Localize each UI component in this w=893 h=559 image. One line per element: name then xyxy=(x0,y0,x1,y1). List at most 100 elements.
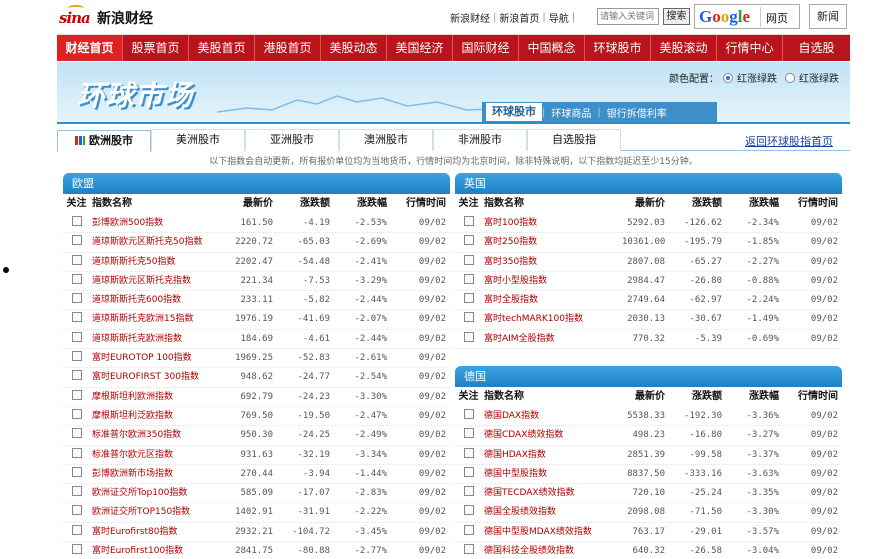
index-name-link[interactable]: 标准普尔欧洲350指数 xyxy=(90,426,230,444)
index-name-link[interactable]: 道琼斯斯托克600指数 xyxy=(90,291,230,309)
color-radio-2[interactable] xyxy=(785,72,795,83)
follow-checkbox[interactable] xyxy=(463,486,474,497)
index-name-link[interactable]: 德国中型股MDAX绩效指数 xyxy=(482,523,622,541)
tab-global-stocks[interactable]: 环球股市 xyxy=(486,103,542,121)
search-input[interactable] xyxy=(597,8,659,25)
follow-checkbox[interactable] xyxy=(463,524,474,535)
index-name-link[interactable]: 富时小型股指数 xyxy=(482,272,622,290)
follow-checkbox[interactable] xyxy=(463,505,474,516)
follow-checkbox[interactable] xyxy=(463,428,474,439)
follow-checkbox[interactable] xyxy=(463,273,474,284)
follow-checkbox[interactable] xyxy=(71,447,82,458)
nav-hk-stocks[interactable]: 港股首页 xyxy=(255,35,321,61)
tab-africa[interactable]: 非洲股市 xyxy=(433,129,527,151)
follow-checkbox[interactable] xyxy=(463,254,474,265)
index-name-link[interactable]: 富时Eurofirst80指数 xyxy=(90,523,230,541)
follow-checkbox[interactable] xyxy=(71,486,82,497)
follow-checkbox[interactable] xyxy=(71,216,82,226)
follow-checkbox[interactable] xyxy=(71,312,82,323)
color-radio-1[interactable] xyxy=(723,72,733,83)
tab-oceania[interactable]: 澳洲股市 xyxy=(339,129,433,151)
follow-checkbox[interactable] xyxy=(463,409,474,419)
sina-logo[interactable]: sina xyxy=(59,5,91,27)
index-name-link[interactable]: 富时EUROFIRST 300指数 xyxy=(90,368,230,386)
table-row: 富时全股指数 2749.64 -62.97 -2.24% 09/02 xyxy=(455,291,842,311)
nav-stocks[interactable]: 股票首页 xyxy=(123,35,189,61)
nav-us-stocks[interactable]: 美股首页 xyxy=(189,35,255,61)
follow-checkbox[interactable] xyxy=(71,370,82,381)
follow-checkbox[interactable] xyxy=(463,447,474,458)
follow-checkbox[interactable] xyxy=(463,293,474,304)
follow-checkbox[interactable] xyxy=(71,331,82,342)
nav-quotes[interactable]: 行情中心 xyxy=(717,35,783,61)
nav-us-economy[interactable]: 美国经济 xyxy=(387,35,453,61)
index-name-link[interactable]: 德国CDAX绩效指数 xyxy=(482,426,622,444)
link-sina-home[interactable]: 新浪首页 xyxy=(496,10,542,25)
nav-finance-home[interactable]: 财经首页 xyxy=(57,35,123,61)
nav-intl-finance[interactable]: 国际财经 xyxy=(453,35,519,61)
follow-checkbox[interactable] xyxy=(71,293,82,304)
follow-checkbox[interactable] xyxy=(71,351,82,362)
index-name-link[interactable]: 富时100指数 xyxy=(482,214,622,232)
index-name-link[interactable]: 道琼斯斯托克欧洲指数 xyxy=(90,330,230,348)
follow-checkbox[interactable] xyxy=(71,273,82,284)
index-name-link[interactable]: 欧洲证交所TOP150指数 xyxy=(90,503,230,521)
nav-china-concept[interactable]: 中国概念 xyxy=(519,35,585,61)
index-name-link[interactable]: 摩根斯坦利泛欧指数 xyxy=(90,407,230,425)
index-name-link[interactable]: 德国TECDAX绩效指数 xyxy=(482,484,622,502)
index-name-link[interactable]: 标准普尔欧元区指数 xyxy=(90,446,230,464)
follow-checkbox[interactable] xyxy=(463,544,474,555)
news-button[interactable]: 新闻 xyxy=(809,4,847,29)
index-name-link[interactable]: 富时250指数 xyxy=(482,233,622,251)
index-name-link[interactable]: 富时AIM全股指数 xyxy=(482,330,622,348)
follow-checkbox[interactable] xyxy=(463,331,474,342)
tab-global-commodities[interactable]: 环球商品 xyxy=(545,105,597,120)
follow-checkbox[interactable] xyxy=(71,254,82,265)
index-name-link[interactable]: 德国科技全股绩效指数 xyxy=(482,542,622,559)
index-name-link[interactable]: 德国中型股指数 xyxy=(482,465,622,483)
google-search-box[interactable]: Google 网页 xyxy=(694,4,800,29)
index-name-link[interactable]: 欧洲证交所Top100指数 xyxy=(90,484,230,502)
search-button[interactable]: 搜索 xyxy=(663,8,690,25)
index-name-link[interactable]: 彭博欧洲500指数 xyxy=(90,214,230,232)
follow-checkbox[interactable] xyxy=(463,466,474,477)
follow-checkbox[interactable] xyxy=(71,235,82,246)
index-name-link[interactable]: 富时techMARK100指数 xyxy=(482,310,622,328)
tab-europe[interactable]: 欧洲股市 xyxy=(57,130,151,152)
nav-global-markets[interactable]: 环球股市 xyxy=(585,35,651,61)
follow-checkbox[interactable] xyxy=(463,312,474,323)
index-name-link[interactable]: 道琼斯欧元区斯托克指数 xyxy=(90,272,230,290)
tab-americas[interactable]: 美洲股市 xyxy=(151,129,245,151)
follow-checkbox[interactable] xyxy=(71,505,82,516)
follow-checkbox[interactable] xyxy=(463,216,474,226)
link-sina-finance[interactable]: 新浪财经 xyxy=(447,10,493,25)
follow-checkbox[interactable] xyxy=(71,389,82,400)
google-web-tab[interactable]: 网页 xyxy=(766,10,788,26)
follow-checkbox[interactable] xyxy=(71,408,82,419)
index-name-link[interactable]: 道琼斯斯托克50指数 xyxy=(90,253,230,271)
link-nav[interactable]: 导航 xyxy=(546,10,572,25)
follow-checkbox[interactable] xyxy=(463,235,474,246)
follow-checkbox[interactable] xyxy=(71,428,82,439)
follow-checkbox[interactable] xyxy=(71,466,82,477)
index-name-link[interactable]: 摩根斯坦利欧洲指数 xyxy=(90,388,230,406)
tab-custom-indices[interactable]: 自选股指 xyxy=(527,129,621,151)
index-name-link[interactable]: 德国全股绩效指数 xyxy=(482,503,622,521)
index-name-link[interactable]: 德国DAX指数 xyxy=(482,407,622,425)
index-name-link[interactable]: 道琼斯斯托克欧洲15指数 xyxy=(90,310,230,328)
tab-interbank-rates[interactable]: 银行拆借利率 xyxy=(601,105,673,120)
follow-checkbox[interactable] xyxy=(71,544,82,555)
index-name-link[interactable]: 道琼斯欧元区斯托克50指数 xyxy=(90,233,230,251)
index-name-link[interactable]: 富时Eurofirst100指数 xyxy=(90,542,230,559)
index-name-link[interactable]: 富时350指数 xyxy=(482,253,622,271)
nav-us-dynamics[interactable]: 美股动态 xyxy=(321,35,387,61)
nav-watchlist[interactable]: 自选股 xyxy=(783,35,850,61)
index-name-link[interactable]: 德国HDAX指数 xyxy=(482,446,622,464)
follow-checkbox[interactable] xyxy=(71,524,82,535)
nav-us-rolling[interactable]: 美股滚动 xyxy=(651,35,717,61)
index-name-link[interactable]: 富时EUROTOP 100指数 xyxy=(90,349,230,367)
tab-asia[interactable]: 亚洲股市 xyxy=(245,129,339,151)
index-name-link[interactable]: 彭博欧洲新市场指数 xyxy=(90,465,230,483)
index-name-link[interactable]: 富时全股指数 xyxy=(482,291,622,309)
return-global-index-link[interactable]: 返回环球股指首页 xyxy=(745,133,833,149)
